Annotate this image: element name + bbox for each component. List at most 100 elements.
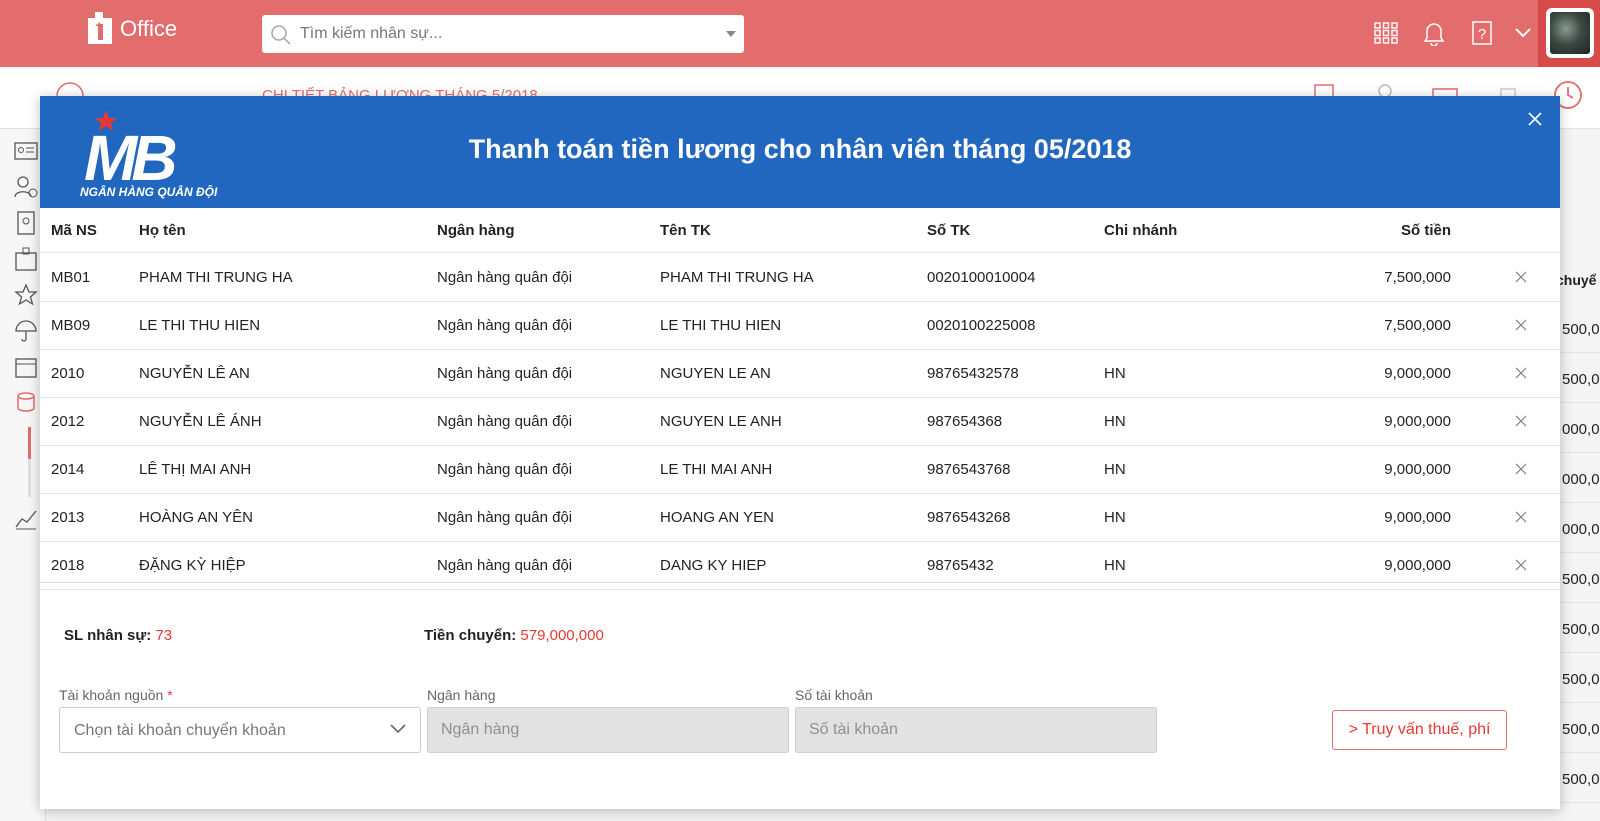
bg-column-header: chuyể: [1556, 272, 1597, 288]
cell-account-name: LE THI THU HIEN: [660, 317, 782, 334]
remove-row-icon[interactable]: [1513, 413, 1529, 429]
query-tax-fee-button[interactable]: > Truy vấn thuế, phí: [1332, 710, 1507, 750]
table-row[interactable]: MB01 PHAM THI TRUNG HA Ngân hàng quân đội P…: [40, 253, 1560, 302]
bg-cell: 500,00: [1562, 671, 1600, 688]
search-bar[interactable]: [262, 15, 744, 53]
document-user-icon[interactable]: [14, 211, 38, 235]
bg-row-divider: [1556, 552, 1600, 553]
transfer-total: Tiền chuyển: 579,000,000: [424, 627, 604, 644]
close-icon[interactable]: [1524, 108, 1546, 130]
app-logo[interactable]: Office: [86, 12, 177, 46]
user-menu[interactable]: [1538, 0, 1600, 67]
avatar[interactable]: [1546, 8, 1594, 58]
logo-text: Office: [120, 16, 178, 41]
cell-account-no: 9876543268: [927, 509, 1011, 526]
id-card-icon[interactable]: [14, 141, 38, 161]
bg-cell: 000,00: [1562, 421, 1600, 438]
sidebar-scroll-thumb[interactable]: [28, 427, 31, 459]
bg-cell: 500,00: [1562, 721, 1600, 738]
cell-bank: Ngân hàng quân đội: [437, 365, 573, 382]
cell-amount: 7,500,000: [1384, 317, 1451, 334]
remove-row-icon[interactable]: [1513, 317, 1529, 333]
source-account-select[interactable]: Chọn tài khoản chuyển khoản: [59, 707, 421, 753]
bg-row-divider: [1556, 752, 1600, 753]
cell-account-no: 0020100225008: [927, 317, 1036, 334]
transfer-value: 579,000,000: [520, 627, 604, 644]
cell-account-no: 9876543768: [927, 461, 1011, 478]
table-header: Mã NS Họ tên Ngân hàng Tên TK Số TK Chi …: [40, 208, 1560, 253]
cell-amount: 7,500,000: [1384, 269, 1451, 286]
bg-cell: 500,00: [1562, 621, 1600, 638]
header-code[interactable]: Mã NS: [51, 222, 97, 239]
staff-count-value: 73: [155, 627, 173, 644]
bell-icon[interactable]: [1423, 20, 1445, 46]
cell-account-name: NGUYEN LE ANH: [660, 413, 782, 430]
header-amount[interactable]: Số tiền: [1291, 222, 1451, 239]
search-input[interactable]: [300, 15, 700, 53]
cell-amount: 9,000,000: [1384, 413, 1451, 430]
cell-name: LE THI THU HIEN: [139, 317, 261, 334]
cell-branch: HN: [1104, 509, 1126, 526]
source-account-placeholder: Chọn tài khoản chuyển khoản: [74, 722, 286, 739]
header-account-no[interactable]: Số TK: [927, 222, 970, 239]
cell-code: 2010: [51, 365, 85, 382]
bg-cell: 000,00: [1562, 471, 1600, 488]
bank-field[interactable]: [427, 707, 789, 753]
cell-name: PHAM THI TRUNG HA: [139, 269, 293, 286]
table-row[interactable]: 2010 NGUYỄN LÊ AN Ngân hàng quân đội NGUYEN…: [40, 349, 1560, 398]
cell-name: NGUYỄN LÊ ÁNH: [139, 413, 262, 430]
star-icon[interactable]: [14, 283, 38, 307]
header-account-name[interactable]: Tên TK: [660, 222, 711, 239]
remove-row-icon[interactable]: [1513, 509, 1529, 525]
remove-row-icon[interactable]: [1513, 461, 1529, 477]
sidebar-scrollbar[interactable]: [28, 427, 31, 497]
bg-cell: 500,00: [1562, 371, 1600, 388]
bg-cell: 500,00: [1562, 321, 1600, 338]
cell-bank: Ngân hàng quân đội: [437, 317, 573, 334]
source-account-label: Tài khoản nguồn *: [59, 687, 173, 703]
cell-bank: Ngân hàng quân đội: [437, 269, 573, 286]
cell-bank: Ngân hàng quân đội: [437, 413, 573, 430]
chart-icon[interactable]: [14, 507, 38, 531]
apps-grid-icon[interactable]: [1374, 22, 1398, 44]
staff-count: SL nhân sự: 73: [64, 627, 173, 644]
bg-row-divider: [1556, 352, 1600, 353]
cell-branch: HN: [1104, 413, 1126, 430]
account-number-field[interactable]: [795, 707, 1157, 753]
chevron-down-icon: [390, 724, 406, 734]
avatar-image: [1550, 12, 1590, 54]
remove-row-icon[interactable]: [1513, 365, 1529, 381]
header-name[interactable]: Họ tên: [139, 222, 186, 239]
table-row[interactable]: 2012 NGUYỄN LÊ ÁNH Ngân hàng quân đội NGUYE…: [40, 397, 1560, 446]
add-user-icon[interactable]: [14, 175, 38, 199]
modal-title: Thanh toán tiền lương cho nhân viên thán…: [468, 134, 1132, 164]
search-dropdown-icon[interactable]: [726, 31, 736, 37]
top-bar: Office ?: [0, 0, 1600, 67]
cell-amount: 9,000,000: [1384, 509, 1451, 526]
cell-name: HOÀNG AN YÊN: [139, 509, 253, 526]
search-icon: [271, 25, 291, 45]
help-icon[interactable]: ?: [1471, 20, 1493, 46]
table-row[interactable]: MB09 LE THI THU HIEN Ngân hàng quân đội LE …: [40, 301, 1560, 350]
table-row[interactable]: 2013 HOÀNG AN YÊN Ngân hàng quân đội HOANG …: [40, 493, 1560, 542]
header-bank[interactable]: Ngân hàng: [437, 222, 515, 239]
bg-row-divider: [1556, 602, 1600, 603]
building-icon[interactable]: [14, 247, 38, 271]
payment-modal: MB NGÂN HÀNG QUÂN ĐỘI Thanh toán tiền lư…: [40, 96, 1560, 809]
remove-row-icon[interactable]: [1513, 557, 1529, 573]
table-row[interactable]: 2014 LÊ THỊ MAI ANH Ngân hàng quân đội LE T…: [40, 445, 1560, 494]
cell-amount: 9,000,000: [1384, 365, 1451, 382]
bg-row-divider: [1556, 452, 1600, 453]
cell-code: 2013: [51, 509, 85, 526]
coins-icon[interactable]: [14, 391, 38, 415]
cell-branch: HN: [1104, 365, 1126, 382]
transfer-label: Tiền chuyển: [424, 627, 512, 644]
cell-account-no: 987654368: [927, 413, 1003, 430]
remove-row-icon[interactable]: [1513, 269, 1529, 285]
cell-code: 2012: [51, 413, 85, 430]
header-branch[interactable]: Chi nhánh: [1104, 222, 1177, 239]
calendar-icon[interactable]: [14, 355, 38, 379]
cell-account-name: DANG KY HIEP: [660, 557, 767, 574]
umbrella-icon[interactable]: [14, 319, 38, 343]
chevron-down-icon[interactable]: [1515, 28, 1531, 38]
